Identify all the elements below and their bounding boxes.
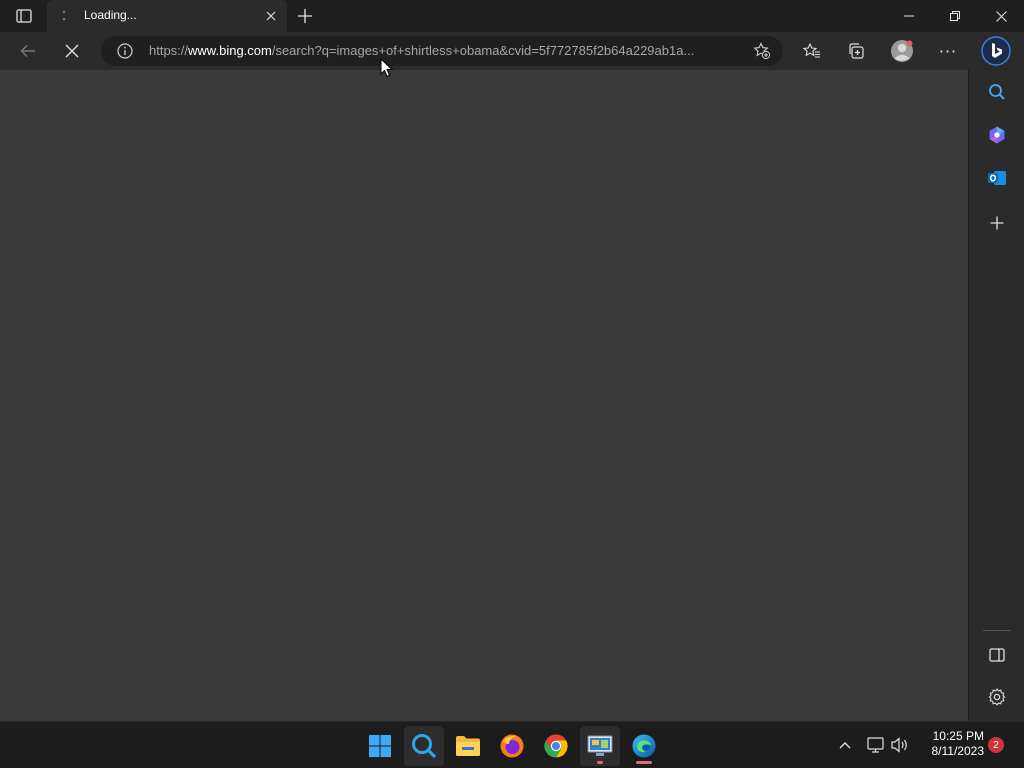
windows-start-icon [369,735,391,757]
clock-time: 10:25 PM [932,729,984,743]
add-favorite-icon[interactable] [753,42,771,60]
taskbar-control-panel[interactable] [580,726,620,766]
folder-icon [456,736,480,756]
browser-toolbar: https://www.bing.com/search?q=images+of+… [0,32,1024,70]
firefox-icon [500,734,524,758]
stop-loading-button[interactable] [58,37,86,65]
chevron-up-icon [839,742,851,749]
running-indicator [597,761,603,764]
favorites-button[interactable] [798,37,826,65]
sidebar-add-button[interactable] [983,209,1011,237]
collections-button[interactable] [842,37,870,65]
loading-spinner-icon: ⁚ [62,9,66,23]
tab-strip: ⁚ Loading... [0,0,1024,32]
back-button[interactable] [14,37,42,65]
close-window-button[interactable] [978,0,1024,32]
chrome-icon [544,734,568,758]
taskbar-start-button[interactable] [360,726,400,766]
address-bar[interactable]: https://www.bing.com/search?q=images+of+… [101,36,783,66]
page-content-area [0,70,968,721]
tab-active[interactable]: ⁚ Loading... [47,0,287,32]
network-icon[interactable] [866,735,886,755]
settings-more-button[interactable]: ··· [934,37,962,65]
mouse-cursor-icon [380,58,394,78]
taskbar-search-app[interactable] [404,726,444,766]
bing-icon [981,36,1011,66]
stop-icon [65,44,79,58]
url-scheme: https:// [149,43,189,58]
clock-date: 8/11/2023 [931,744,985,758]
settings-icon [988,688,1006,706]
edge-icon [632,734,656,758]
control-panel-icon [587,735,613,756]
taskbar-firefox[interactable] [492,726,532,766]
system-clock[interactable]: 10:25 PM 8/11/2023 [918,729,985,759]
close-icon [995,10,1007,22]
sidebar-settings-button[interactable] [983,683,1011,711]
search-icon [989,84,1005,100]
profile-button[interactable] [888,37,916,65]
url-path: /search?q=images+of+shirtless+obama&cvid… [271,43,695,58]
tab-close-button[interactable] [263,8,279,24]
taskbar-chrome[interactable] [536,726,576,766]
close-icon [266,11,276,21]
minimize-button[interactable] [886,0,932,32]
new-tab-button[interactable] [293,4,317,28]
restore-button[interactable] [932,0,978,32]
tab-actions-icon [16,9,32,23]
restore-icon [950,11,960,21]
bing-copilot-button[interactable] [980,35,1012,67]
sidebar-toggle-icon [989,648,1005,662]
taskbar-edge[interactable] [624,726,664,766]
taskbar: 10:25 PM 8/11/2023 2 [0,721,1024,768]
sidebar-toggle-button[interactable] [983,641,1011,669]
back-arrow-icon [20,45,35,57]
add-icon [990,216,1004,230]
tab-title: Loading... [84,8,137,22]
tab-actions-button[interactable] [10,7,38,25]
avatar-icon [891,40,913,62]
outlook-icon [988,171,1006,185]
plus-icon [298,9,312,23]
volume-icon[interactable] [890,735,910,755]
sidebar-copilot-button[interactable] [983,121,1011,149]
url-host: www.bing.com [188,43,272,58]
minimize-icon [904,15,914,17]
show-hidden-icons-button[interactable] [836,736,854,754]
collections-icon [849,43,864,59]
taskbar-file-explorer[interactable] [448,726,488,766]
edge-sidebar [968,70,1024,721]
url-text[interactable]: https://www.bing.com/search?q=images+of+… [149,43,741,58]
favorites-icon [803,43,820,58]
notification-badge[interactable]: 2 [988,737,1004,753]
sidebar-divider [983,630,1011,631]
search-app-icon [412,734,437,759]
site-info-icon[interactable] [117,43,133,59]
copilot-icon [989,126,1005,144]
sidebar-search-button[interactable] [983,78,1011,106]
sidebar-outlook-button[interactable] [983,164,1011,192]
running-indicator [636,761,652,764]
